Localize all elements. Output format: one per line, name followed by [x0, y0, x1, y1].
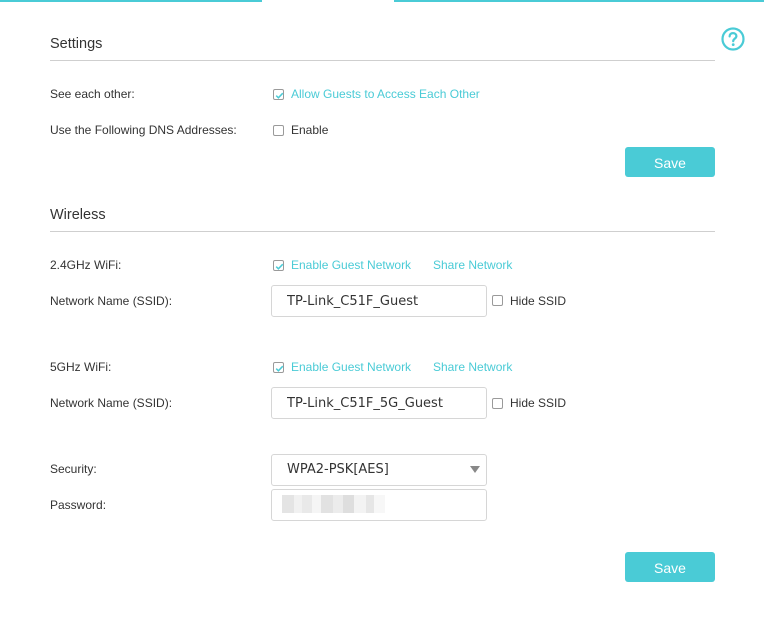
wifi5-enable-checkbox[interactable]: [273, 362, 284, 373]
wifi5-label: 5GHz WiFi:: [50, 360, 112, 374]
allow-guests-checkbox[interactable]: [273, 89, 284, 100]
see-each-other-label: See each other:: [50, 87, 135, 101]
settings-divider: [50, 60, 715, 61]
wifi24-ssid-label: Network Name (SSID):: [50, 294, 173, 308]
wifi5-ssid-input[interactable]: [271, 387, 487, 419]
wifi24-enable-checkbox[interactable]: [273, 260, 284, 271]
security-label: Security:: [50, 462, 97, 476]
security-select[interactable]: WPA2-PSK[AES]: [271, 454, 487, 486]
check-icon: [275, 365, 284, 372]
dns-enable-label[interactable]: Enable: [291, 122, 328, 138]
password-masked-value: [282, 495, 385, 513]
wifi5-ssid-label: Network Name (SSID):: [50, 396, 173, 410]
wifi24-hide-ssid-label[interactable]: Hide SSID: [510, 293, 566, 309]
wireless-divider: [50, 231, 715, 232]
wifi5-enable-label[interactable]: Enable Guest Network: [291, 359, 411, 375]
wifi24-hide-ssid-checkbox[interactable]: [492, 295, 503, 306]
wifi5-share-network-link[interactable]: Share Network: [433, 359, 512, 375]
wifi5-hide-ssid-label[interactable]: Hide SSID: [510, 395, 566, 411]
top-border-left: [0, 0, 262, 2]
wifi24-enable-label[interactable]: Enable Guest Network: [291, 257, 411, 273]
dns-enable-checkbox[interactable]: [273, 125, 284, 136]
wireless-save-button[interactable]: Save: [625, 552, 715, 582]
question-circle-icon[interactable]: [721, 27, 745, 51]
settings-save-button[interactable]: Save: [625, 147, 715, 177]
security-select-value: WPA2-PSK[AES]: [287, 462, 389, 477]
check-icon: [275, 92, 284, 99]
top-border-right: [394, 0, 764, 2]
wireless-section-title: Wireless: [50, 207, 106, 223]
settings-section-title: Settings: [50, 36, 103, 52]
allow-guests-checkbox-label[interactable]: Allow Guests to Access Each Other: [291, 86, 480, 102]
wifi24-ssid-input[interactable]: [271, 285, 487, 317]
wifi24-share-network-link[interactable]: Share Network: [433, 257, 512, 273]
caret-down-icon: [470, 466, 480, 473]
check-icon: [275, 263, 284, 270]
password-label: Password:: [50, 498, 107, 512]
dns-label: Use the Following DNS Addresses:: [50, 123, 237, 137]
wifi5-hide-ssid-checkbox[interactable]: [492, 398, 503, 409]
wifi24-label: 2.4GHz WiFi:: [50, 258, 122, 272]
